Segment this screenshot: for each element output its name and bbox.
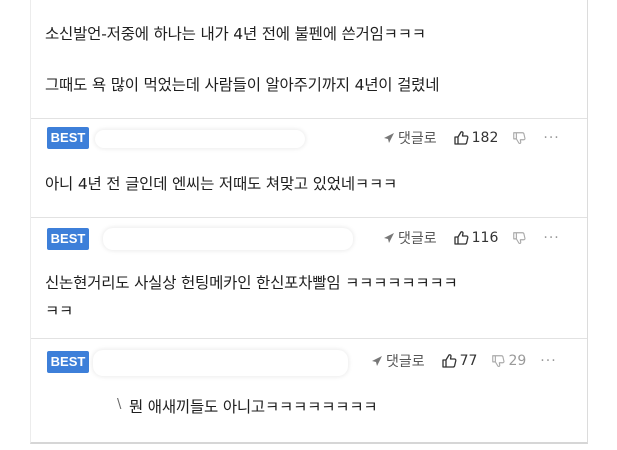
comment-text-line: 소신발언-저중에 하나는 내가 4년 전에 불펜에 쓴거임ㅋㅋㅋ — [45, 25, 426, 43]
reply-arrow-icon — [384, 133, 394, 143]
comment-actions: 댓글로 77 29 ··· — [371, 350, 557, 372]
dislike-button[interactable] — [512, 131, 529, 145]
dislike-button[interactable]: 29 — [491, 353, 526, 369]
text-prefix: \ — [117, 397, 122, 412]
like-button[interactable]: 182 — [453, 130, 499, 146]
like-count: 182 — [471, 130, 499, 146]
thumbs-down-icon — [513, 232, 526, 244]
divider — [31, 118, 587, 119]
comment-list: 소신발언-저중에 하나는 내가 4년 전에 불펜에 쓴거임ㅋㅋㅋ 그때도 욕 많… — [30, 0, 588, 444]
thumbs-up-icon — [441, 354, 457, 368]
reply-button[interactable]: 댓글로 — [383, 228, 437, 248]
comment-text-line: 뭔 애새끼들도 아니고ㅋㅋㅋㅋㅋㅋㅋㅋ — [129, 398, 378, 416]
reply-label: 댓글로 — [398, 231, 437, 247]
like-button[interactable]: 116 — [453, 230, 499, 246]
reply-button[interactable]: 댓글로 — [371, 351, 425, 371]
comment-actions: 댓글로 182 ··· — [383, 127, 560, 149]
thumbs-up-icon — [453, 131, 469, 145]
redacted-username — [103, 228, 353, 250]
more-dots-icon[interactable]: ··· — [540, 353, 556, 369]
thumbs-down-icon — [492, 355, 506, 367]
like-button[interactable]: 77 — [441, 353, 478, 369]
comment-text-line: 아니 4년 전 글인데 엔씨는 저때도 쳐맞고 있었네ㅋㅋㅋ — [45, 175, 398, 193]
divider — [31, 338, 587, 339]
like-count: 77 — [459, 353, 478, 369]
comment-text-line: ㅋㅋ — [45, 302, 74, 320]
comment-text-line: 그때도 욕 많이 먹었는데 사람들이 알아주기까지 4년이 걸렸네 — [45, 76, 440, 94]
reply-arrow-icon — [372, 356, 382, 366]
reply-arrow-icon — [384, 233, 394, 243]
best-badge: BEST — [47, 127, 89, 149]
redacted-username — [93, 350, 348, 376]
thumbs-up-icon — [453, 231, 469, 245]
comment-actions: 댓글로 116 ··· — [383, 227, 560, 249]
more-dots-icon[interactable]: ··· — [543, 130, 559, 146]
best-badge: BEST — [47, 228, 89, 250]
best-badge: BEST — [47, 351, 89, 373]
like-count: 116 — [471, 230, 499, 246]
dislike-count: 29 — [508, 353, 527, 369]
comment-text-line: 신논현거리도 사실상 헌팅메카인 한신포차빨임 ㅋㅋㅋㅋㅋㅋㅋㅋ — [45, 274, 458, 292]
divider — [31, 217, 587, 218]
reply-button[interactable]: 댓글로 — [383, 128, 437, 148]
reply-label: 댓글로 — [386, 354, 425, 370]
thumbs-down-icon — [513, 132, 526, 144]
redacted-text — [53, 394, 121, 416]
redacted-username — [95, 130, 305, 148]
more-dots-icon[interactable]: ··· — [543, 230, 559, 246]
reply-label: 댓글로 — [398, 131, 437, 147]
dislike-button[interactable] — [512, 231, 529, 245]
